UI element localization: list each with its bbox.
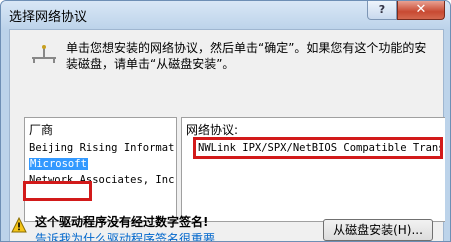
- manufacturer-list-panel: 厂商 Beijing Rising Informat Microsoft Net…: [23, 117, 177, 222]
- window-title: 选择网络协议: [9, 10, 88, 25]
- manufacturer-header: 厂商: [29, 123, 54, 137]
- instructions-text: 单击您想安装的网络协议，然后单击“确定”。如果您有这个功能的安装磁盘，请单击“从…: [66, 41, 427, 71]
- warning-shield-icon: [11, 217, 27, 233]
- select-network-protocol-dialog: 选择网络协议 ? ✕ 单击您想安装的网络协议，然后单击“确定”。如果您有这个功能…: [0, 0, 451, 242]
- list-item[interactable]: Beijing Rising Informat: [27, 140, 175, 156]
- list-item-selected[interactable]: Microsoft: [27, 156, 175, 172]
- protocol-list-panel: 网络协议: NWLink IPX/SPX/NetBIOS Compatible …: [181, 117, 445, 222]
- annotation-box-microsoft: [23, 181, 92, 201]
- have-disk-button[interactable]: 从磁盘安装(H)...: [323, 219, 433, 241]
- close-button[interactable]: ✕: [397, 1, 445, 20]
- annotation-box-nwlink: [193, 137, 443, 159]
- unsigned-driver-warning: 这个驱动程序没有经过数字签名!: [35, 215, 209, 229]
- help-button[interactable]: ?: [367, 1, 397, 20]
- network-protocol-icon: [32, 45, 56, 63]
- driver-signing-link[interactable]: 告诉我为什么驱动程序签名很重要: [35, 230, 215, 241]
- protocol-header: 网络协议:: [186, 123, 239, 137]
- title-bar: 选择网络协议 ? ✕: [1, 1, 450, 29]
- dialog-content: 单击您想安装的网络协议，然后单击“确定”。如果您有这个功能的安装磁盘，请单击“从…: [9, 29, 445, 241]
